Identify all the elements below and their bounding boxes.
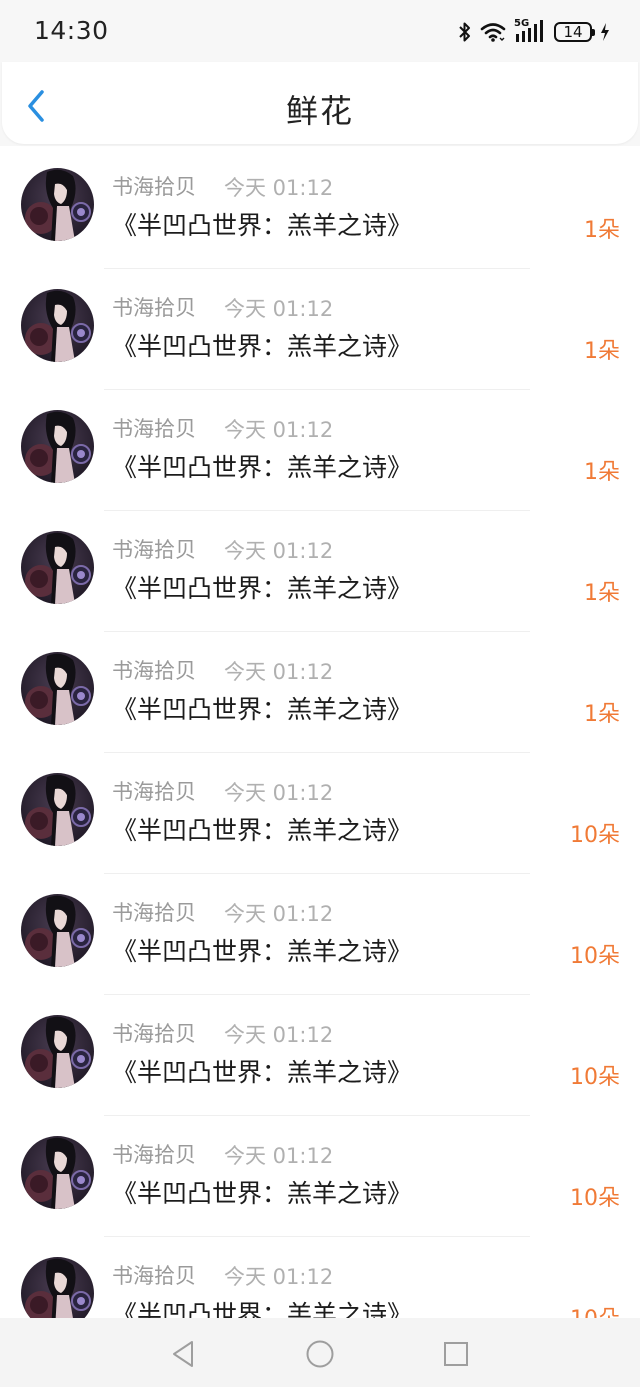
header-card: 鲜花	[2, 62, 638, 144]
signal-icon: 5G	[514, 18, 546, 44]
item-flower-count: 10朵	[570, 1065, 620, 1090]
status-icons: 5G 14	[458, 18, 610, 46]
avatar[interactable]	[21, 1015, 94, 1088]
item-username: 书海拾贝	[112, 296, 196, 320]
list-item[interactable]: 书海拾贝 今天 01:12 《半凹凸世界：羔羊之诗》 10朵	[0, 874, 640, 995]
item-book-title: 《半凹凸世界：羔羊之诗》	[112, 695, 413, 724]
item-book-title: 《半凹凸世界：羔羊之诗》	[112, 937, 413, 966]
list-item[interactable]: 书海拾贝 今天 01:12 《半凹凸世界：羔羊之诗》 1朵	[0, 632, 640, 753]
item-username: 书海拾贝	[112, 1264, 196, 1288]
item-time: 今天 01:12	[224, 1023, 334, 1047]
bluetooth-icon	[458, 21, 472, 43]
list-item[interactable]: 书海拾贝 今天 01:12 《半凹凸世界：羔羊之诗》 1朵	[0, 390, 640, 511]
system-nav-bar	[0, 1318, 640, 1387]
item-book-title: 《半凹凸世界：羔羊之诗》	[112, 1058, 413, 1087]
item-username: 书海拾贝	[112, 538, 196, 562]
item-flower-count: 10朵	[570, 823, 620, 848]
avatar[interactable]	[21, 1136, 94, 1209]
item-username: 书海拾贝	[112, 417, 196, 441]
square-recents-icon	[444, 1342, 468, 1366]
item-time: 今天 01:12	[224, 297, 334, 321]
avatar[interactable]	[21, 410, 94, 483]
item-time: 今天 01:12	[224, 418, 334, 442]
list-item[interactable]: 书海拾贝 今天 01:12 《半凹凸世界：羔羊之诗》 1朵	[0, 148, 640, 269]
nav-home-button[interactable]	[304, 1338, 336, 1370]
list-item[interactable]: 书海拾贝 今天 01:12 《半凹凸世界：羔羊之诗》 10朵	[0, 995, 640, 1116]
charging-icon	[600, 22, 610, 42]
battery-icon: 14	[554, 22, 595, 42]
list-container: 书海拾贝 今天 01:12 《半凹凸世界：羔羊之诗》 1朵 书海拾贝 今天 01…	[0, 148, 640, 1318]
item-book-title: 《半凹凸世界：羔羊之诗》	[112, 453, 413, 482]
item-flower-count: 1朵	[584, 218, 620, 243]
item-time: 今天 01:12	[224, 781, 334, 805]
item-username: 书海拾贝	[112, 1022, 196, 1046]
list-item[interactable]: 书海拾贝 今天 01:12 《半凹凸世界：羔羊之诗》 10朵	[0, 753, 640, 874]
triangle-back-icon	[173, 1341, 193, 1367]
item-book-title: 《半凹凸世界：羔羊之诗》	[112, 816, 413, 845]
avatar[interactable]	[21, 289, 94, 362]
screen: 14:30 5G 14 鲜花 书海拾贝 今天 01:12 《半凹凸世界：羔羊之诗…	[0, 0, 640, 1387]
item-book-title: 《半凹凸世界：羔羊之诗》	[112, 574, 413, 603]
list-item[interactable]: 书海拾贝 今天 01:12 《半凹凸世界：羔羊之诗》 10朵	[0, 1237, 640, 1318]
item-flower-count: 10朵	[570, 1301, 620, 1318]
item-time: 今天 01:12	[224, 902, 334, 926]
nav-recents-button[interactable]	[440, 1338, 472, 1370]
item-book-title: 《半凹凸世界：羔羊之诗》	[112, 211, 413, 240]
item-time: 今天 01:12	[224, 1144, 334, 1168]
flower-list: 书海拾贝 今天 01:12 《半凹凸世界：羔羊之诗》 1朵 书海拾贝 今天 01…	[0, 148, 640, 1318]
item-flower-count: 1朵	[584, 581, 620, 606]
status-time: 14:30	[34, 16, 109, 45]
item-username: 书海拾贝	[112, 901, 196, 925]
avatar[interactable]	[21, 773, 94, 846]
list-item[interactable]: 书海拾贝 今天 01:12 《半凹凸世界：羔羊之诗》 1朵	[0, 269, 640, 390]
item-time: 今天 01:12	[224, 539, 334, 563]
item-time: 今天 01:12	[224, 1265, 334, 1289]
item-flower-count: 10朵	[570, 944, 620, 969]
item-flower-count: 10朵	[570, 1186, 620, 1211]
item-flower-count: 1朵	[584, 460, 620, 485]
item-username: 书海拾贝	[112, 175, 196, 199]
item-book-title: 《半凹凸世界：羔羊之诗》	[112, 1300, 413, 1318]
app-header: 鲜花	[0, 62, 640, 146]
item-time: 今天 01:12	[224, 176, 334, 200]
avatar[interactable]	[21, 652, 94, 725]
item-flower-count: 1朵	[584, 702, 620, 727]
item-book-title: 《半凹凸世界：羔羊之诗》	[112, 1179, 413, 1208]
item-flower-count: 1朵	[584, 339, 620, 364]
page-title: 鲜花	[285, 92, 354, 130]
status-bar: 14:30 5G 14	[0, 0, 640, 62]
item-username: 书海拾贝	[112, 659, 196, 683]
avatar[interactable]	[21, 168, 94, 241]
nav-back-button[interactable]	[168, 1338, 200, 1370]
avatar[interactable]	[21, 1257, 94, 1318]
item-username: 书海拾贝	[112, 780, 196, 804]
item-time: 今天 01:12	[224, 660, 334, 684]
circle-home-icon	[306, 1340, 334, 1368]
avatar[interactable]	[21, 531, 94, 604]
item-username: 书海拾贝	[112, 1143, 196, 1167]
list-item[interactable]: 书海拾贝 今天 01:12 《半凹凸世界：羔羊之诗》 10朵	[0, 1116, 640, 1237]
item-book-title: 《半凹凸世界：羔羊之诗》	[112, 332, 413, 361]
avatar[interactable]	[21, 894, 94, 967]
wifi-icon	[480, 22, 506, 42]
list-item[interactable]: 书海拾贝 今天 01:12 《半凹凸世界：羔羊之诗》 1朵	[0, 511, 640, 632]
